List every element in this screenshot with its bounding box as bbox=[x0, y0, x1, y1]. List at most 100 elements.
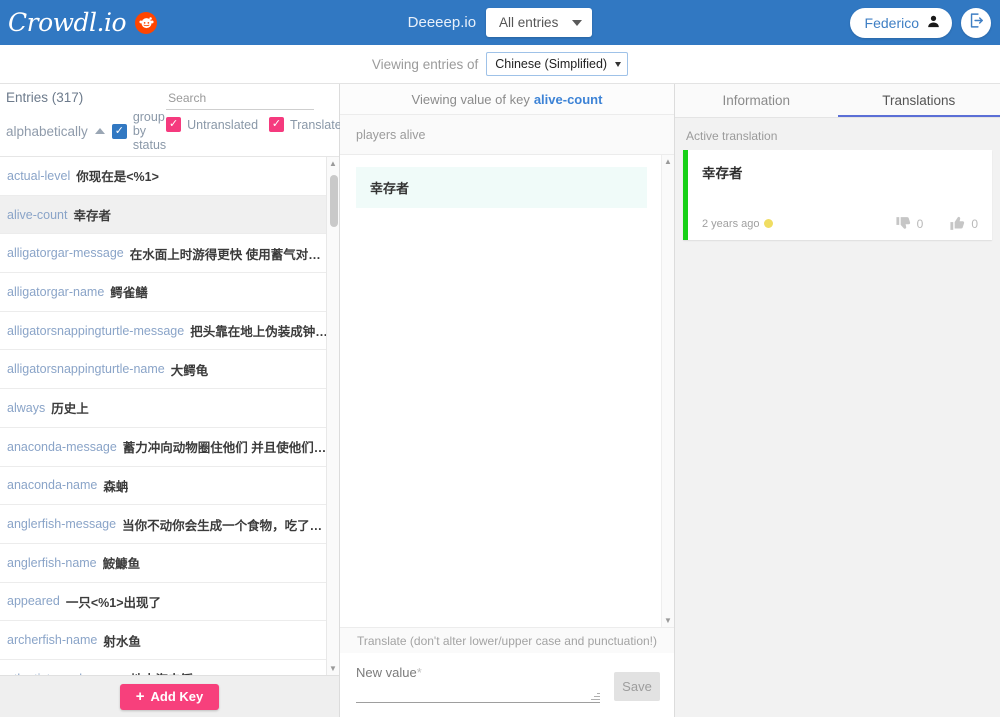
translate-hint: Translate (don't alter lower/upper case … bbox=[340, 627, 674, 653]
tab-information[interactable]: Information bbox=[675, 84, 838, 117]
entry-key: alligatorsnappingturtle-name bbox=[7, 362, 165, 376]
entry-value: 蓄力冲向动物圈住他们 并且使他们窒息 bbox=[123, 437, 329, 456]
save-button[interactable]: Save bbox=[614, 672, 660, 701]
logout-icon bbox=[968, 12, 985, 34]
entry-key: anglerfish-name bbox=[7, 556, 97, 570]
translation-value-card[interactable]: 幸存者 bbox=[356, 167, 647, 208]
entry-row[interactable]: alligatorsnappingturtle-message把头靠在地上伪装成… bbox=[0, 312, 339, 351]
entry-key: appeared bbox=[7, 594, 60, 608]
entries-list-wrap: actual-level你现在是<%1>alive-count幸存者alliga… bbox=[0, 156, 339, 675]
entries-scrollbar[interactable]: ▲ ▼ bbox=[326, 157, 339, 675]
translation-age-label: 2 years ago bbox=[702, 218, 759, 230]
sort-mode-button[interactable]: alphabetically bbox=[6, 124, 88, 139]
entry-key: alligatorgar-message bbox=[7, 246, 124, 260]
entry-key: alive-count bbox=[7, 208, 67, 222]
untranslated-checkbox[interactable]: ✓ bbox=[166, 117, 181, 132]
entry-value: 地中海电鳐 bbox=[130, 669, 193, 675]
entries-list[interactable]: actual-level你现在是<%1>alive-count幸存者alliga… bbox=[0, 157, 339, 675]
entries-controls-left: Entries (317) alphabetically ✓ group by … bbox=[6, 89, 166, 152]
value-panel-body: 幸存者 ▲ ▼ bbox=[340, 155, 674, 627]
entry-row[interactable]: anglerfish-name 鮟鱇鱼 bbox=[0, 544, 339, 583]
thumbs-down-icon bbox=[895, 215, 912, 232]
thumbs-up-icon bbox=[949, 215, 966, 232]
language-select[interactable]: Chinese (Simplified) bbox=[486, 52, 628, 76]
translation-card[interactable]: 幸存者 2 years ago bbox=[683, 150, 992, 240]
entry-row[interactable]: always历史上 bbox=[0, 389, 339, 428]
entry-key: always bbox=[7, 401, 45, 415]
new-value-area: New value* Save bbox=[340, 653, 674, 717]
entry-key: archerfish-name bbox=[7, 633, 97, 647]
scrollbar-thumb[interactable] bbox=[330, 175, 338, 227]
top-header: Crowdl.io Deeeep.io All entries Federico bbox=[0, 0, 1000, 45]
viewing-value-prefix: Viewing value of key bbox=[412, 92, 530, 107]
reddit-icon[interactable] bbox=[135, 12, 157, 34]
entries-panel: Entries (317) alphabetically ✓ group by … bbox=[0, 84, 340, 717]
entry-value: 你现在是<%1> bbox=[76, 166, 159, 185]
entry-row[interactable]: archerfish-name 射水鱼 bbox=[0, 621, 339, 660]
entry-key: alligatorgar-name bbox=[7, 285, 104, 299]
details-panel: Information Translations Active translat… bbox=[675, 84, 1000, 717]
entry-key: alligatorsnappingturtle-message bbox=[7, 324, 184, 338]
app-logo[interactable]: Crowdl.io bbox=[8, 10, 126, 35]
chevron-down-icon bbox=[572, 20, 582, 26]
entry-row[interactable]: alligatorsnappingturtle-name 大鳄龟 bbox=[0, 350, 339, 389]
upvote-button[interactable]: 0 bbox=[949, 215, 978, 232]
viewing-entries-label: Viewing entries of bbox=[372, 57, 478, 72]
entry-row[interactable]: anglerfish-message当你不动你会生成一个食物，吃了它的的动物如果… bbox=[0, 505, 339, 544]
entry-value: 鳄雀鳝 bbox=[110, 282, 148, 301]
entry-row[interactable]: anaconda-message蓄力冲向动物圈住他们 并且使他们窒息 bbox=[0, 428, 339, 467]
entry-value: 射水鱼 bbox=[103, 631, 141, 650]
user-name-label: Federico bbox=[865, 15, 919, 31]
add-key-label: Add Key bbox=[151, 689, 204, 704]
translation-card-footer: 2 years ago 0 bbox=[702, 215, 978, 232]
downvote-button[interactable]: 0 bbox=[895, 215, 924, 232]
entry-key: actual-level bbox=[7, 169, 70, 183]
required-mark: * bbox=[417, 665, 422, 680]
entries-count-label: Entries (317) bbox=[6, 89, 166, 106]
translated-checkbox[interactable]: ✓ bbox=[269, 117, 284, 132]
scroll-up-arrow-icon[interactable]: ▲ bbox=[327, 157, 339, 170]
entry-value: 当你不动你会生成一个食物，吃了它的的动物如果… bbox=[122, 515, 329, 534]
translation-card-age: 2 years ago bbox=[702, 218, 773, 230]
untranslated-label: Untranslated bbox=[187, 118, 258, 132]
filter-translated: ✓ Translated bbox=[269, 117, 349, 132]
project-name[interactable]: Deeeep.io bbox=[408, 14, 476, 31]
logout-button[interactable] bbox=[961, 8, 991, 38]
viewing-value-key[interactable]: alive-count bbox=[534, 92, 603, 107]
entry-row[interactable]: appeared一只<%1>出现了 bbox=[0, 583, 339, 622]
language-select-value: Chinese (Simplified) bbox=[495, 57, 607, 71]
entries-filter-label: All entries bbox=[499, 15, 558, 30]
add-key-button[interactable]: + Add Key bbox=[120, 684, 220, 710]
entries-controls-right: ✓ Untranslated ✓ Translated bbox=[166, 89, 348, 132]
scroll-down-arrow-icon[interactable]: ▼ bbox=[327, 662, 339, 675]
user-menu-button[interactable]: Federico bbox=[850, 8, 952, 38]
value-scrollbar[interactable]: ▲ ▼ bbox=[661, 155, 674, 627]
entry-row[interactable]: alligatorgar-message在水面上时游得更快 使用蓄气对其他动物冲… bbox=[0, 234, 339, 273]
entry-row[interactable]: atlantictorpedo-name 地中海电鳐 bbox=[0, 660, 339, 675]
entry-value: 大鳄龟 bbox=[171, 360, 209, 379]
scroll-up-arrow-icon[interactable]: ▲ bbox=[662, 155, 674, 168]
entry-row[interactable]: alive-count幸存者 bbox=[0, 196, 339, 235]
new-value-label: New value* bbox=[356, 665, 422, 680]
source-value: players alive bbox=[340, 115, 674, 155]
search-input[interactable] bbox=[166, 90, 314, 106]
value-panel: Viewing value of key alive-count players… bbox=[340, 84, 675, 717]
entry-value: 森蚺 bbox=[103, 476, 128, 495]
entry-key: anaconda-name bbox=[7, 478, 97, 492]
language-selector-bar: Viewing entries of Chinese (Simplified) bbox=[0, 45, 1000, 84]
entries-panel-header: Entries (317) alphabetically ✓ group by … bbox=[0, 84, 339, 156]
translation-cards: 幸存者 2 years ago bbox=[675, 150, 1000, 240]
group-by-status-checkbox[interactable]: ✓ bbox=[112, 124, 127, 139]
entry-row[interactable]: alligatorgar-name 鳄雀鳝 bbox=[0, 273, 339, 312]
entry-value: 鮟鱇鱼 bbox=[103, 553, 141, 572]
entry-key: atlantictorpedo-name bbox=[7, 672, 124, 675]
entry-row[interactable]: anaconda-name 森蚺 bbox=[0, 467, 339, 506]
entries-filter-dropdown[interactable]: All entries bbox=[486, 8, 592, 37]
arrow-up-icon[interactable] bbox=[95, 128, 105, 134]
new-value-input[interactable] bbox=[356, 685, 600, 703]
entry-row[interactable]: actual-level 你现在是<%1> bbox=[0, 157, 339, 196]
active-translation-label: Active translation bbox=[675, 118, 1000, 150]
scroll-down-arrow-icon[interactable]: ▼ bbox=[662, 614, 674, 627]
status-filters: ✓ Untranslated ✓ Translated bbox=[166, 117, 348, 132]
tab-translations[interactable]: Translations bbox=[838, 84, 1000, 117]
